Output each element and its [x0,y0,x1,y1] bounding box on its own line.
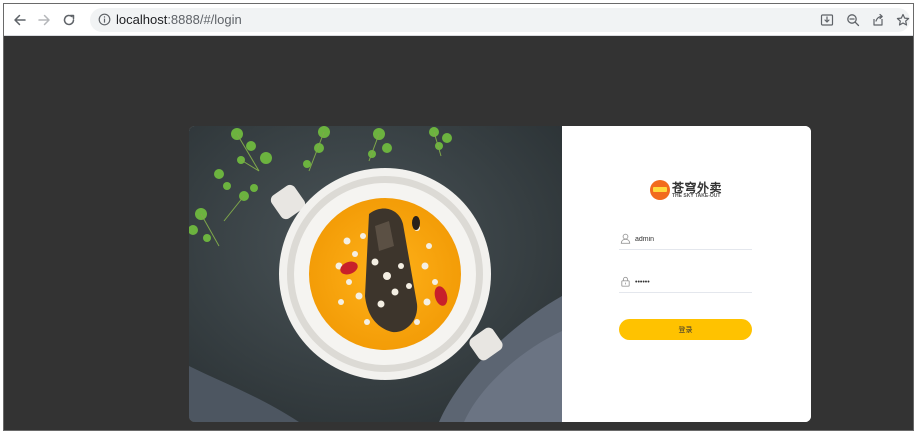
star-icon[interactable] [896,13,910,27]
browser-toolbar: localhost:8888/#/login [4,4,913,36]
zoom-out-icon[interactable] [846,13,860,27]
logo-badge-icon [650,180,670,200]
url-text[interactable]: localhost:8888/#/login [116,12,242,28]
login-page: 苍穹外卖 THE SKY TAKE-OUT admin 登录 [4,36,913,430]
login-button[interactable]: 登录 [619,319,752,340]
food-photo [189,126,562,422]
password-field [619,274,752,293]
browser-window: localhost:8888/#/login 苍穹外卖 THE SKY TAKE… [3,3,914,431]
login-form: 苍穹外卖 THE SKY TAKE-OUT admin 登录 [562,126,811,422]
brand-logo: 苍穹外卖 THE SKY TAKE-OUT [650,178,722,202]
user-icon [620,233,631,244]
back-button[interactable] [10,10,30,30]
info-icon[interactable] [98,13,111,26]
brand-subtitle: THE SKY TAKE-OUT [672,193,721,199]
reload-button[interactable] [59,10,79,30]
install-app-icon[interactable] [820,13,834,27]
username-field [619,231,752,250]
url-path: :8888/#/login [167,12,242,27]
arrow-right-icon [38,14,50,26]
lock-icon [621,276,630,287]
address-bar[interactable]: localhost:8888/#/login [90,8,910,32]
forward-button[interactable] [34,10,54,30]
password-input[interactable] [635,274,745,290]
share-icon[interactable] [871,13,885,27]
food-illustration [189,126,562,422]
login-card: 苍穹外卖 THE SKY TAKE-OUT admin 登录 [189,126,811,422]
reload-icon [63,14,75,26]
username-input[interactable] [635,231,745,247]
url-host: localhost [116,12,168,27]
arrow-left-icon [14,14,26,26]
